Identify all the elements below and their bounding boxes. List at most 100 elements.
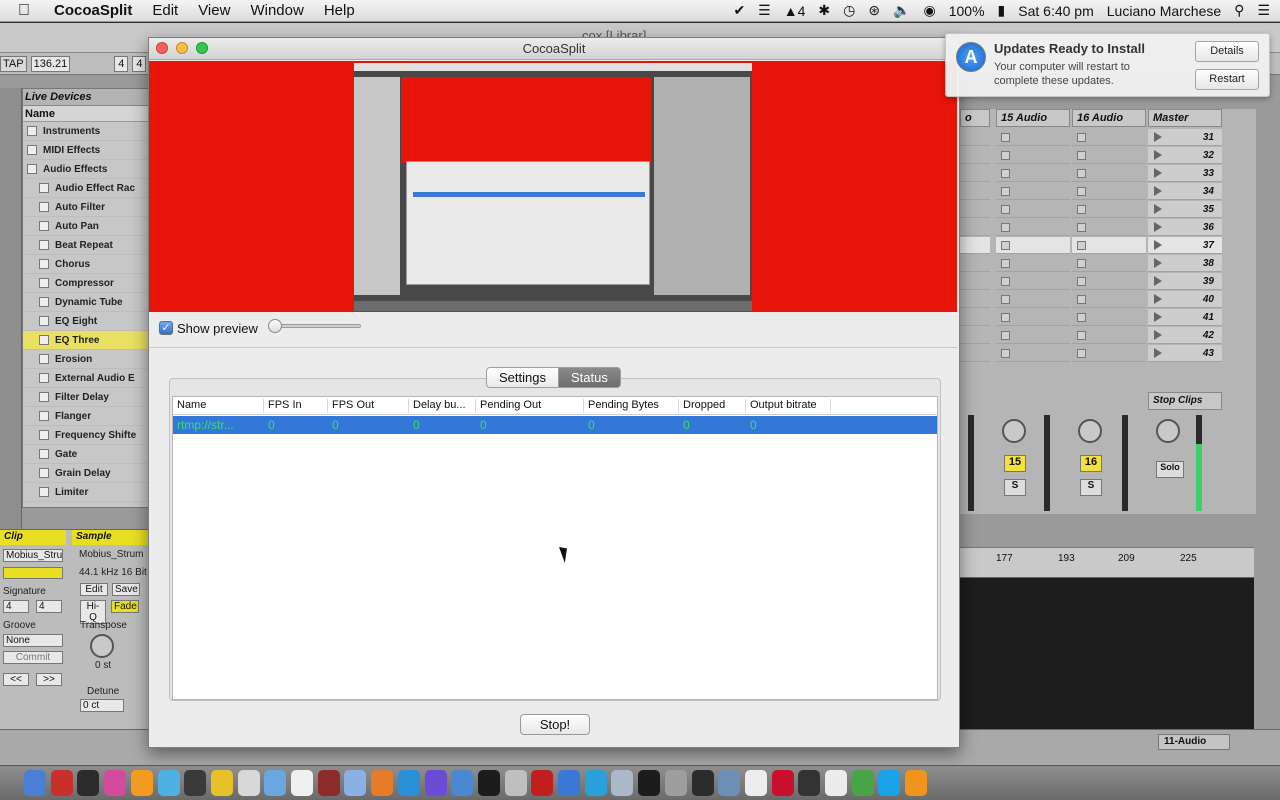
- transpose-knob[interactable]: [90, 634, 114, 658]
- clip-slot[interactable]: [960, 147, 990, 164]
- edit-button[interactable]: Edit: [80, 583, 108, 596]
- dock-app-icon[interactable]: [344, 770, 367, 796]
- folder-disclosure-icon[interactable]: [39, 449, 49, 459]
- dock-app-icon[interactable]: [851, 770, 874, 796]
- detune-field[interactable]: 0 ct: [80, 699, 124, 712]
- browser-item[interactable]: Auto Pan: [23, 217, 149, 236]
- folder-disclosure-icon[interactable]: [27, 145, 37, 155]
- clip-slot[interactable]: [960, 219, 990, 236]
- col-output-bitrate[interactable]: Output bitrate: [746, 399, 831, 413]
- scene-launch[interactable]: 34: [1148, 183, 1222, 200]
- menu-window[interactable]: Window: [250, 2, 303, 19]
- clip-slot[interactable]: [960, 291, 990, 308]
- folder-disclosure-icon[interactable]: [39, 373, 49, 383]
- clip-slot[interactable]: [960, 129, 990, 146]
- folder-disclosure-icon[interactable]: [27, 126, 37, 136]
- clip-slot[interactable]: [996, 147, 1070, 164]
- clip-slot[interactable]: [1072, 201, 1146, 218]
- folder-disclosure-icon[interactable]: [39, 278, 49, 288]
- groove-field[interactable]: None: [3, 634, 63, 647]
- clip-slot[interactable]: [996, 309, 1070, 326]
- dock-app-icon[interactable]: [504, 770, 527, 796]
- clip-slot[interactable]: [960, 327, 990, 344]
- dock-app-icon[interactable]: [210, 770, 233, 796]
- pan-knob-15[interactable]: [1002, 419, 1026, 443]
- adobe-icon[interactable]: ▲4: [784, 3, 806, 19]
- dock-app-icon[interactable]: [317, 770, 340, 796]
- window-titlebar[interactable]: CocoaSplit: [149, 38, 959, 60]
- dock-app-icon[interactable]: [24, 770, 46, 796]
- clip-slot[interactable]: [1072, 327, 1146, 344]
- dock-app-icon[interactable]: [878, 770, 901, 796]
- folder-disclosure-icon[interactable]: [39, 316, 49, 326]
- tab-settings[interactable]: Settings: [486, 367, 559, 388]
- folder-disclosure-icon[interactable]: [39, 411, 49, 421]
- folder-disclosure-icon[interactable]: [39, 202, 49, 212]
- browser-item[interactable]: Audio Effect Rac: [23, 179, 149, 198]
- tap-button[interactable]: TAP: [0, 55, 27, 72]
- time-signature-den[interactable]: 4: [132, 55, 147, 72]
- dock-app-icon[interactable]: [638, 770, 661, 796]
- scene-launch[interactable]: 33: [1148, 165, 1222, 182]
- clock[interactable]: Sat 6:40 pm: [1018, 3, 1094, 19]
- dock-app-icon[interactable]: [237, 770, 260, 796]
- menu-edit[interactable]: Edit: [152, 2, 178, 19]
- clip-slot[interactable]: [1072, 129, 1146, 146]
- folder-disclosure-icon[interactable]: [39, 221, 49, 231]
- table-row[interactable]: rtmp://str... 0 0 0 0 0 0 0: [173, 416, 937, 434]
- browser-item[interactable]: Limiter: [23, 483, 149, 502]
- browser-item[interactable]: EQ Eight: [23, 312, 149, 331]
- dock-app-icon[interactable]: [130, 770, 153, 796]
- dock-app-icon[interactable]: [291, 770, 313, 796]
- clip-slot[interactable]: [1072, 165, 1146, 182]
- nav-next-button[interactable]: >>: [36, 673, 62, 686]
- scene-launch[interactable]: 38: [1148, 255, 1222, 272]
- dock-app-icon[interactable]: [157, 770, 180, 796]
- save-button[interactable]: Save: [112, 583, 140, 596]
- browser-item[interactable]: Erosion: [23, 350, 149, 369]
- clip-slot[interactable]: [996, 255, 1070, 272]
- stop-button[interactable]: Stop!: [520, 714, 590, 735]
- show-preview-label[interactable]: Show preview: [177, 321, 258, 336]
- browser-item[interactable]: MIDI Effects: [23, 141, 149, 160]
- folder-disclosure-icon[interactable]: [39, 183, 49, 193]
- scene-launch[interactable]: 40: [1148, 291, 1222, 308]
- folder-disclosure-icon[interactable]: [27, 164, 37, 174]
- track-number-16[interactable]: 16: [1080, 455, 1102, 472]
- clip-slot[interactable]: [960, 183, 990, 200]
- folder-disclosure-icon[interactable]: [39, 297, 49, 307]
- solo-button-15[interactable]: S: [1004, 479, 1026, 496]
- dock-app-icon[interactable]: [50, 770, 73, 796]
- scene-launch[interactable]: 42: [1148, 327, 1222, 344]
- dock-app-icon[interactable]: [371, 770, 394, 796]
- pan-knob-16[interactable]: [1078, 419, 1102, 443]
- browser-item[interactable]: EQ Three: [23, 331, 149, 350]
- folder-disclosure-icon[interactable]: [39, 468, 49, 478]
- clip-slot[interactable]: [1072, 345, 1146, 362]
- bluetooth-icon[interactable]: ⊛: [868, 2, 880, 19]
- browser-item[interactable]: Grain Delay: [23, 464, 149, 483]
- col-fps-out[interactable]: FPS Out: [328, 399, 409, 413]
- browser-item[interactable]: Filter Delay: [23, 388, 149, 407]
- signature-num-field[interactable]: 4: [3, 600, 29, 613]
- preview-slider[interactable]: [268, 319, 361, 333]
- browser-item[interactable]: Frequency Shifte: [23, 426, 149, 445]
- dock-app-icon[interactable]: [264, 770, 287, 796]
- clip-slot[interactable]: [960, 273, 990, 290]
- browser-item[interactable]: Flanger: [23, 407, 149, 426]
- volume-icon[interactable]: 🔈: [893, 2, 910, 19]
- scene-launch[interactable]: 36: [1148, 219, 1222, 236]
- notification-center-icon[interactable]: ☰: [1257, 2, 1270, 19]
- scene-launch[interactable]: 35: [1148, 201, 1222, 218]
- browser-item[interactable]: Beat Repeat: [23, 236, 149, 255]
- browser-item[interactable]: Instruments: [23, 122, 149, 141]
- clip-slot[interactable]: [960, 309, 990, 326]
- clip-slot[interactable]: [1072, 147, 1146, 164]
- scene-launch[interactable]: 37: [1148, 237, 1222, 254]
- folder-disclosure-icon[interactable]: [39, 259, 49, 269]
- show-preview-checkbox[interactable]: ✓: [159, 321, 173, 335]
- clip-name-field[interactable]: Mobius_Stru: [3, 549, 63, 562]
- folder-disclosure-icon[interactable]: [39, 240, 49, 250]
- dock-app-icon[interactable]: [531, 770, 554, 796]
- browser-item[interactable]: Gate: [23, 445, 149, 464]
